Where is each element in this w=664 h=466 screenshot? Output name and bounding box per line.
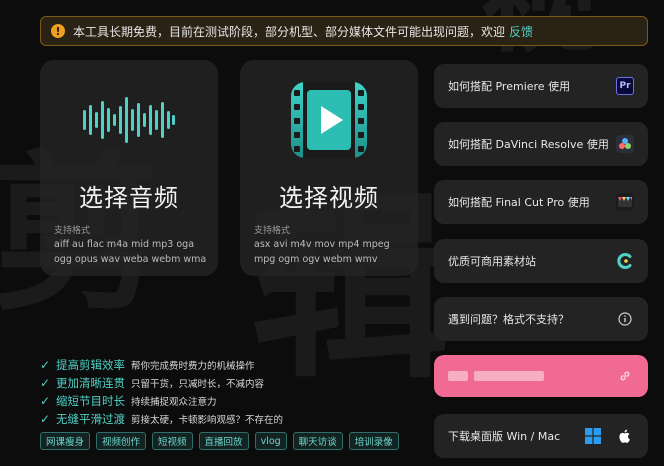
check-icon: ✓ — [40, 394, 51, 408]
select-audio-title: 选择音频 — [79, 184, 179, 212]
tag[interactable]: vlog — [254, 432, 287, 450]
feature-name: 无缝平滑过渡 — [56, 412, 125, 426]
feature-name: 提高剪辑效率 — [56, 358, 125, 372]
video-formats-list: asx avi m4v mov mp4 mpeg mpg ogm ogv web… — [254, 239, 390, 265]
final-cut-pro-icon — [616, 193, 634, 211]
check-icon: ✓ — [40, 376, 51, 390]
link-icon — [616, 367, 634, 385]
promo-link-button[interactable] — [434, 355, 648, 397]
feature-item: ✓ 更加清晰连贯 只留干货，只减时长，不减内容 — [40, 374, 283, 392]
help-button[interactable]: 遇到问题？格式不支持？ — [434, 297, 648, 341]
finalcut-guide-button[interactable]: 如何搭配 Final Cut Pro 使用 — [434, 180, 648, 224]
feature-name: 更加清晰连贯 — [56, 376, 125, 390]
audio-formats-label: 支持格式 — [54, 226, 91, 236]
notice-bar: ! 本工具长期免费，目前在测试阶段，部分机型、部分媒体文件可能出现问题，欢迎 反… — [40, 16, 648, 46]
feature-name: 缩短节目时长 — [56, 394, 125, 408]
feature-desc: 帮你完成费时费力的机械操作 — [131, 361, 255, 372]
feature-desc: 只留干货，只减时长，不减内容 — [131, 379, 265, 390]
stock-assets-button[interactable]: 优质可商用素材站 — [434, 239, 648, 283]
premiere-pro-icon: Pr — [616, 77, 634, 95]
check-icon: ✓ — [40, 412, 51, 426]
tag[interactable]: 短视频 — [152, 432, 193, 450]
davinci-resolve-icon — [616, 135, 634, 153]
video-film-icon — [240, 80, 418, 160]
info-icon — [616, 310, 634, 328]
help-label: 遇到问题？格式不支持？ — [448, 313, 569, 326]
download-desktop-button[interactable]: 下载桌面版 Win / Mac — [434, 414, 648, 458]
asset-site-icon — [616, 252, 634, 270]
check-icon: ✓ — [40, 358, 51, 372]
feature-list: ✓ 提高剪辑效率 帮你完成费时费力的机械操作 ✓ 更加清晰连贯 只留干货，只减时… — [40, 356, 283, 428]
select-audio-card[interactable]: 选择音频 支持格式 aiff au flac m4a mid mp3 oga o… — [40, 60, 218, 276]
download-desktop-label: 下载桌面版 Win / Mac — [448, 430, 561, 443]
stock-assets-label: 优质可商用素材站 — [448, 255, 536, 268]
finalcut-guide-label: 如何搭配 Final Cut Pro 使用 — [448, 196, 590, 209]
premiere-guide-label: 如何搭配 Premiere 使用 — [448, 80, 571, 93]
select-video-card[interactable]: 选择视频 支持格式 asx avi m4v mov mp4 mpeg mpg o… — [240, 60, 418, 276]
premiere-guide-button[interactable]: 如何搭配 Premiere 使用 Pr — [434, 64, 648, 108]
tag-list: 网课瘦身 视频创作 短视频 直播回放 vlog 聊天访谈 培训录像 — [40, 432, 399, 450]
audio-formats-list: aiff au flac m4a mid mp3 oga ogg opus wa… — [54, 239, 207, 265]
tag[interactable]: 培训录像 — [348, 432, 399, 450]
warning-icon: ! — [51, 24, 65, 38]
tag[interactable]: 直播回放 — [198, 432, 249, 450]
tag[interactable]: 网课瘦身 — [40, 432, 91, 450]
audio-waveform-icon — [40, 80, 218, 160]
video-formats-label: 支持格式 — [254, 226, 291, 236]
davinci-guide-label: 如何搭配 DaVinci Resolve 使用 — [448, 138, 609, 151]
windows-icon[interactable] — [584, 427, 602, 445]
feature-desc: 持续捕捉观众注意力 — [131, 397, 217, 408]
feature-item: ✓ 无缝平滑过渡 剪接太硬，卡顿影响观感？不存在的 — [40, 410, 283, 428]
tag[interactable]: 视频创作 — [96, 432, 147, 450]
apple-icon[interactable] — [616, 427, 634, 445]
notice-text: 本工具长期免费，目前在测试阶段，部分机型、部分媒体文件可能出现问题，欢迎 — [73, 24, 506, 39]
select-video-title: 选择视频 — [279, 184, 379, 212]
feedback-link[interactable]: 反馈 — [509, 23, 533, 40]
feature-item: ✓ 缩短节目时长 持续捕捉观众注意力 — [40, 392, 283, 410]
feature-item: ✓ 提高剪辑效率 帮你完成费时费力的机械操作 — [40, 356, 283, 374]
feature-desc: 剪接太硬，卡顿影响观感？不存在的 — [131, 415, 284, 426]
tag[interactable]: 聊天访谈 — [292, 432, 343, 450]
redacted-text — [448, 371, 544, 381]
davinci-guide-button[interactable]: 如何搭配 DaVinci Resolve 使用 — [434, 122, 648, 166]
